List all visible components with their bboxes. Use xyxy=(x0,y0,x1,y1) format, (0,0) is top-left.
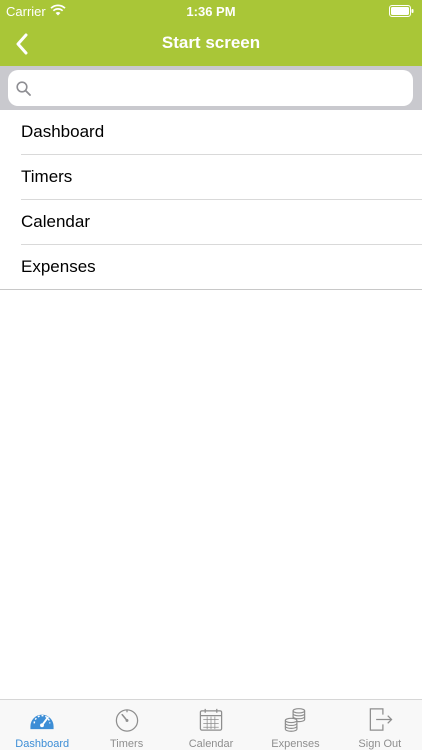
menu-item-timers[interactable]: Timers xyxy=(0,155,422,200)
page-title: Start screen xyxy=(161,33,261,52)
sign-out-icon xyxy=(369,708,393,731)
app-header: Carrier 1:36 PM Start screen xyxy=(0,0,422,66)
menu-item-label: Expenses xyxy=(21,257,96,276)
status-bar: Carrier 1:36 PM xyxy=(0,0,422,22)
search-icon xyxy=(16,81,31,96)
menu-item-label: Timers xyxy=(21,167,73,186)
dashboard-icon xyxy=(30,714,54,730)
tab-sign-out[interactable]: Sign Out xyxy=(338,700,422,750)
menu-item-label: Dashboard xyxy=(21,122,105,141)
divider xyxy=(0,289,422,290)
search-input[interactable] xyxy=(38,76,403,100)
tab-label: Sign Out xyxy=(358,738,402,750)
tab-label: Dashboard xyxy=(15,738,70,750)
tab-label: Timers xyxy=(110,738,144,750)
tab-calendar[interactable]: Calendar xyxy=(169,700,253,750)
timer-icon xyxy=(115,709,138,732)
menu-item-expenses[interactable]: Expenses xyxy=(0,245,422,290)
tab-dashboard[interactable]: Dashboard xyxy=(0,700,84,750)
tab-label: Calendar xyxy=(188,738,234,750)
tab-timers[interactable]: Timers xyxy=(84,700,168,750)
battery-icon xyxy=(389,5,414,17)
search-field[interactable] xyxy=(8,70,413,106)
search-bar xyxy=(0,66,422,110)
coins-icon xyxy=(285,708,306,732)
navigation-bar: Start screen xyxy=(0,22,422,66)
menu-item-calendar[interactable]: Calendar xyxy=(0,200,422,245)
menu-list: Dashboard Timers Calendar Expenses xyxy=(0,110,422,290)
menu-item-dashboard[interactable]: Dashboard xyxy=(0,110,422,155)
calendar-icon xyxy=(199,708,223,731)
menu-item-label: Calendar xyxy=(21,212,90,231)
tab-label: Expenses xyxy=(271,738,320,750)
tab-bar: Dashboard Timers Calendar Expenses Sign … xyxy=(0,699,422,750)
status-time: 1:36 PM xyxy=(186,4,236,19)
tab-expenses[interactable]: Expenses xyxy=(253,700,337,750)
